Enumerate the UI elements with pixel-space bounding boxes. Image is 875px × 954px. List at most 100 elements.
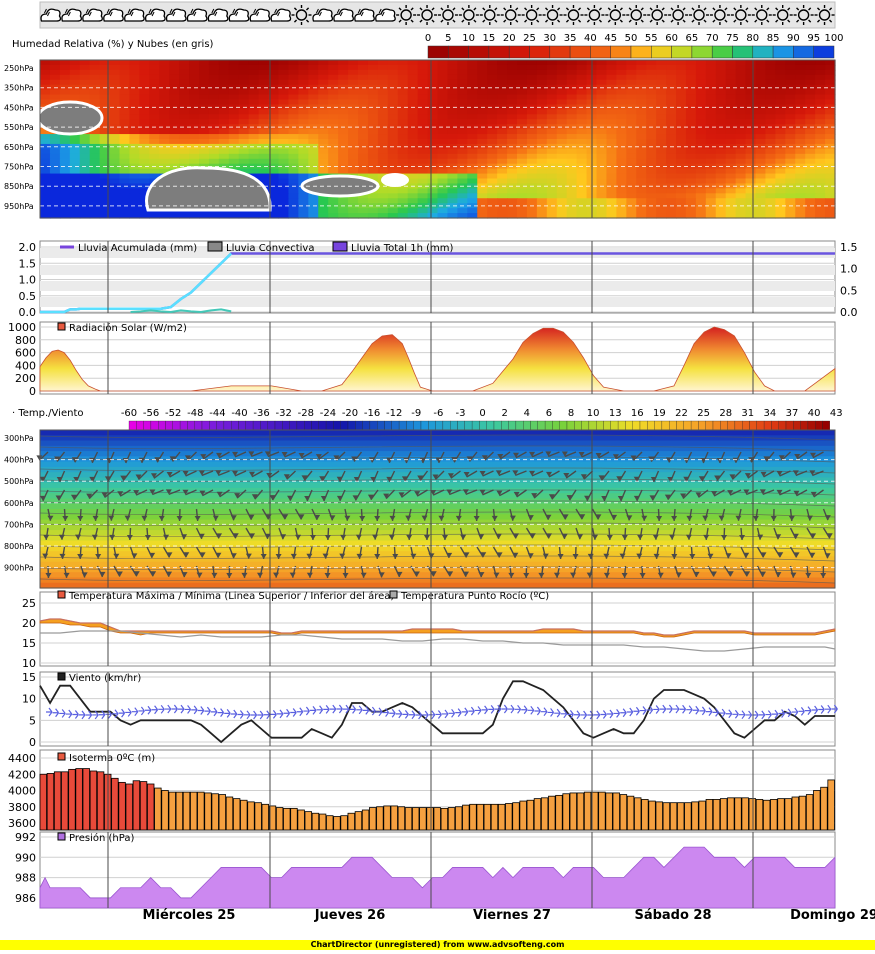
humidity-cell (378, 119, 389, 125)
humidity-cell (706, 208, 717, 214)
humidity-cell (795, 193, 806, 199)
isotherm-bar (334, 817, 341, 831)
colorbar-label: 20 (503, 33, 516, 44)
humidity-cell (706, 193, 717, 199)
isotherm-bar (205, 793, 212, 830)
humidity-cell (169, 80, 180, 86)
humidity-cell (726, 75, 737, 81)
humidity-cell (606, 109, 617, 115)
humidity-cell (100, 154, 111, 160)
humidity-cell (636, 134, 647, 140)
humidity-cell (100, 193, 111, 199)
humidity-cell (646, 154, 657, 160)
colorbar-label: 28 (719, 408, 732, 419)
humidity-cell (597, 65, 608, 71)
humidity-cell (418, 70, 429, 76)
humidity-cell (706, 174, 717, 180)
humidity-cell (120, 70, 131, 76)
humidity-cell (199, 65, 210, 71)
legend-swatch (58, 753, 65, 760)
humidity-cell (706, 75, 717, 81)
humidity-cell (656, 70, 667, 76)
humidity-cell (736, 75, 747, 81)
humidity-cell (279, 169, 290, 175)
humidity-cell (368, 80, 379, 86)
humidity-cell (676, 100, 687, 106)
humidity-cell (765, 60, 776, 66)
humidity-cell (606, 188, 617, 194)
humidity-cell (616, 188, 627, 194)
humidity-cell (785, 90, 796, 96)
humidity-cell (457, 169, 468, 175)
humidity-cell (80, 154, 91, 160)
humidity-cell (746, 159, 757, 165)
humidity-cell (328, 100, 339, 106)
humidity-cell (318, 134, 329, 140)
humidity-cell (646, 75, 657, 81)
humidity-cell (636, 129, 647, 135)
humidity-cell (90, 75, 101, 81)
humidity-cell (279, 65, 290, 71)
day-label: Jueves 26 (280, 908, 420, 923)
humidity-cell (149, 119, 160, 125)
humidity-cell (736, 159, 747, 165)
panel-title: Humedad Relativa (%) y Nubes (en gris) (12, 39, 214, 50)
humidity-cell (517, 193, 528, 199)
humidity-cell (676, 149, 687, 155)
humidity-cell (646, 149, 657, 155)
humidity-cell (736, 60, 747, 66)
humidity-cell (219, 114, 230, 120)
humidity-cell (775, 159, 786, 165)
humidity-cell (169, 109, 180, 115)
humidity-cell (100, 174, 111, 180)
humidity-cell (169, 70, 180, 76)
humidity-cell (567, 100, 578, 106)
humidity-cell (447, 65, 458, 71)
humidity-cell (626, 198, 637, 204)
humidity-cell (795, 139, 806, 145)
humidity-cell (219, 109, 230, 115)
temperature-band (40, 451, 835, 457)
humidity-cell (716, 65, 727, 71)
humidity-cell (467, 100, 478, 106)
humidity-cell (547, 80, 558, 86)
humidity-cell (795, 114, 806, 120)
humidity-cell (716, 188, 727, 194)
humidity-cell (557, 179, 568, 185)
humidity-cell (815, 208, 826, 214)
humidity-cell (636, 119, 647, 125)
humidity-cell (775, 114, 786, 120)
humidity-cell (338, 90, 349, 96)
rain-panel: 2.01.51.00.50.01.51.00.50.0Lluvia Acumul… (19, 241, 858, 319)
humidity-cell (398, 188, 409, 194)
humidity-cell (736, 70, 747, 76)
isotherm-bar (219, 795, 226, 830)
humidity-cell (457, 179, 468, 185)
humidity-cell (497, 208, 508, 214)
humidity-cell (328, 154, 339, 160)
humidity-cell (40, 95, 51, 101)
humidity-cell (567, 198, 578, 204)
humidity-cell (189, 114, 200, 120)
humidity-cell (179, 75, 190, 81)
humidity-cell (438, 179, 449, 185)
humidity-cell (646, 169, 657, 175)
humidity-cell (507, 169, 518, 175)
humidity-cell (736, 80, 747, 86)
humidity-cell (527, 174, 538, 180)
humidity-cell (318, 100, 329, 106)
humidity-cell (636, 198, 647, 204)
humidity-cell (318, 90, 329, 96)
humidity-cell (199, 60, 210, 66)
humidity-cell (398, 109, 409, 115)
humidity-cell (825, 109, 836, 115)
humidity-cell (686, 159, 697, 165)
humidity-cell (636, 70, 647, 76)
humidity-cell (527, 193, 538, 199)
humidity-cell (40, 188, 51, 194)
humidity-cell (626, 193, 637, 199)
humidity-cell (507, 65, 518, 71)
humidity-cell (577, 90, 588, 96)
humidity-cell (279, 134, 290, 140)
humidity-cell (676, 70, 687, 76)
